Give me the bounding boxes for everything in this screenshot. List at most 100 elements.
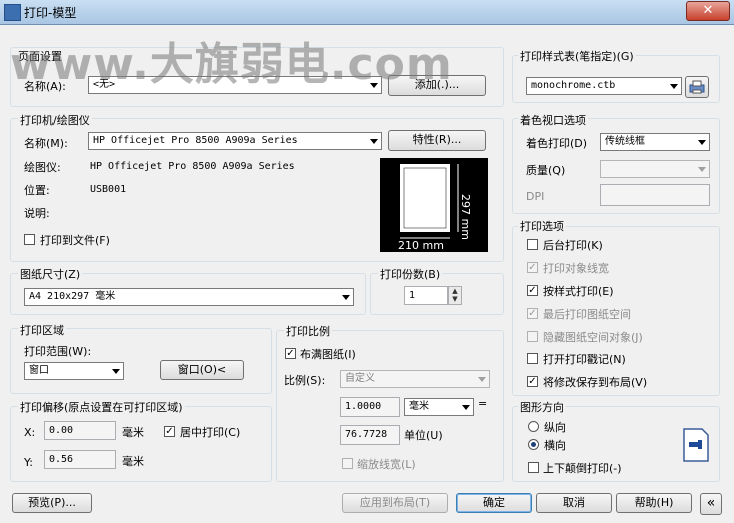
chevron-down-icon [478,377,486,382]
plot-stamp-checkbox[interactable] [527,353,538,364]
upside-down-label: 上下颠倒打印(-) [543,462,622,475]
plotter-value: HP Officejet Pro 8500 A909a Series [90,161,295,172]
watermark-text: www.大旗弱电.com [10,39,453,90]
chevron-down-icon [342,295,350,300]
save-to-layout-checkbox[interactable]: ✓ [527,376,538,387]
hide-paperspace-objects-checkbox[interactable] [527,331,538,342]
printer-name-value: HP Officejet Pro 8500 A909a Series [93,135,298,146]
printer-properties-button[interactable]: 特性(R)... [388,130,486,151]
shade-plot-select[interactable]: 传统线框 [600,133,710,151]
offset-x-label: X: [24,426,36,439]
scale-ratio-label: 比例(S): [284,374,326,387]
save-to-layout-label: 将修改保存到布局(V) [543,376,648,389]
plot-offset-header: 打印偏移(原点设置在可打印区域) [18,399,185,415]
plot-area-header: 打印区域 [18,322,66,338]
fit-to-paper-label: 布满图纸(I) [300,348,356,361]
cancel-button[interactable]: 取消 [536,493,612,513]
plot-paperspace-last-checkbox[interactable]: ✓ [527,308,538,319]
copies-header: 打印份数(B) [378,266,443,282]
dpi-label: DPI [526,190,545,203]
offset-y-unit: 毫米 [122,455,144,468]
plot-offset-group [10,406,272,482]
ok-button[interactable]: 确定 [456,493,532,513]
plot-lineweights-label: 打印对象线宽 [543,262,609,275]
location-label: 位置: [24,184,50,197]
landscape-label: 横向 [544,439,566,452]
plot-paperspace-last-label: 最后打印图纸空间 [543,308,631,321]
copies-spinner[interactable]: ▲ ▼ [448,286,462,305]
print-to-file-checkbox[interactable] [24,234,35,245]
plot-range-label: 打印范围(W): [24,345,92,358]
equals-sign: = [478,397,488,410]
scale-unit-value: 毫米 [409,401,429,412]
scale-lineweight-label: 缩放线宽(L) [357,458,416,471]
chevron-down-icon [370,139,378,144]
offset-y-label: Y: [24,456,33,469]
close-button[interactable]: ✕ [686,1,730,21]
center-plot-label: 居中打印(C) [180,426,241,439]
edit-plot-style-button[interactable] [685,76,709,98]
printer-edit-icon [689,80,705,94]
app-icon [4,4,21,21]
paper-size-header: 图纸尺寸(Z) [18,266,83,282]
plot-options-header: 打印选项 [518,218,566,234]
help-button[interactable]: 帮助(H) [616,493,692,513]
landscape-radio[interactable] [528,439,539,450]
shade-plot-label: 着色打印(D) [526,137,588,150]
scale-ratio-select[interactable]: 自定义 [340,370,490,388]
scale-value-2-input[interactable]: 76.7728 [340,425,400,445]
upside-down-checkbox[interactable] [528,462,539,473]
plot-with-styles-checkbox[interactable]: ✓ [527,285,538,296]
scale-lineweight-checkbox[interactable] [342,458,353,469]
background-plot-label: 后台打印(K) [543,239,603,252]
location-value: USB001 [90,184,127,195]
description-label: 说明: [24,207,50,220]
offset-y-input[interactable]: 0.56 [44,450,116,469]
chevron-down-icon [670,84,678,89]
landscape-page-icon [683,428,709,462]
preview-button[interactable]: 预览(P)... [12,493,92,513]
title-bar [0,0,734,25]
portrait-label: 纵向 [544,421,566,434]
background-plot-checkbox[interactable] [527,239,538,250]
scale-value-1-input[interactable]: 1.0000 [340,397,400,417]
plot-scale-header: 打印比例 [284,323,332,339]
fit-to-paper-checkbox[interactable]: ✓ [285,348,296,359]
portrait-radio[interactable] [528,421,539,432]
chevron-down-icon [698,167,706,172]
chevron-down-icon [462,405,470,410]
plot-with-styles-label: 按样式打印(E) [543,285,614,298]
printer-header: 打印机/绘图仪 [18,112,92,128]
chevron-down-icon [112,369,120,374]
window-title: 打印-模型 [24,6,77,20]
paper-size-select[interactable]: A4 210x297 毫米 [24,288,354,306]
center-plot-checkbox[interactable]: ✓ [164,426,175,437]
shaded-viewport-header: 着色视口选项 [518,112,588,128]
offset-x-unit: 毫米 [122,426,144,439]
paper-height-label: 297 mm [459,194,472,240]
hide-paperspace-objects-label: 隐藏图纸空间对象(J) [543,331,643,344]
quality-select[interactable] [600,160,710,178]
plot-stamp-label: 打开打印戳记(N) [543,353,626,366]
print-to-file-label: 打印到文件(F) [40,234,110,247]
chevron-down-icon [698,140,706,145]
printer-name-select[interactable]: HP Officejet Pro 8500 A909a Series [88,132,382,150]
plot-style-table-select[interactable]: monochrome.ctb [526,77,682,95]
dpi-input[interactable] [600,184,710,206]
plotter-label: 绘图仪: [24,161,61,174]
paper-size-value: A4 210x297 毫米 [29,291,116,302]
plot-style-table-header: 打印样式表(笔指定)(G) [518,48,636,64]
plot-style-table-value: monochrome.ctb [531,80,616,91]
plot-range-select[interactable]: 窗口 [24,362,124,380]
plot-lineweights-checkbox[interactable]: ✓ [527,262,538,273]
offset-x-input[interactable]: 0.00 [44,421,116,440]
apply-to-layout-button[interactable]: 应用到布局(T) [342,493,448,513]
copies-input[interactable]: 1 [404,286,448,305]
plot-range-value: 窗口 [29,365,49,376]
plot-window-button[interactable]: 窗口(O)< [160,360,244,380]
collapse-button[interactable]: « [700,493,722,515]
scale-ratio-value: 自定义 [345,373,375,384]
scale-unit-select[interactable]: 毫米 [404,398,474,416]
orientation-header: 图形方向 [518,399,566,415]
printer-name-label: 名称(M): [24,137,68,150]
